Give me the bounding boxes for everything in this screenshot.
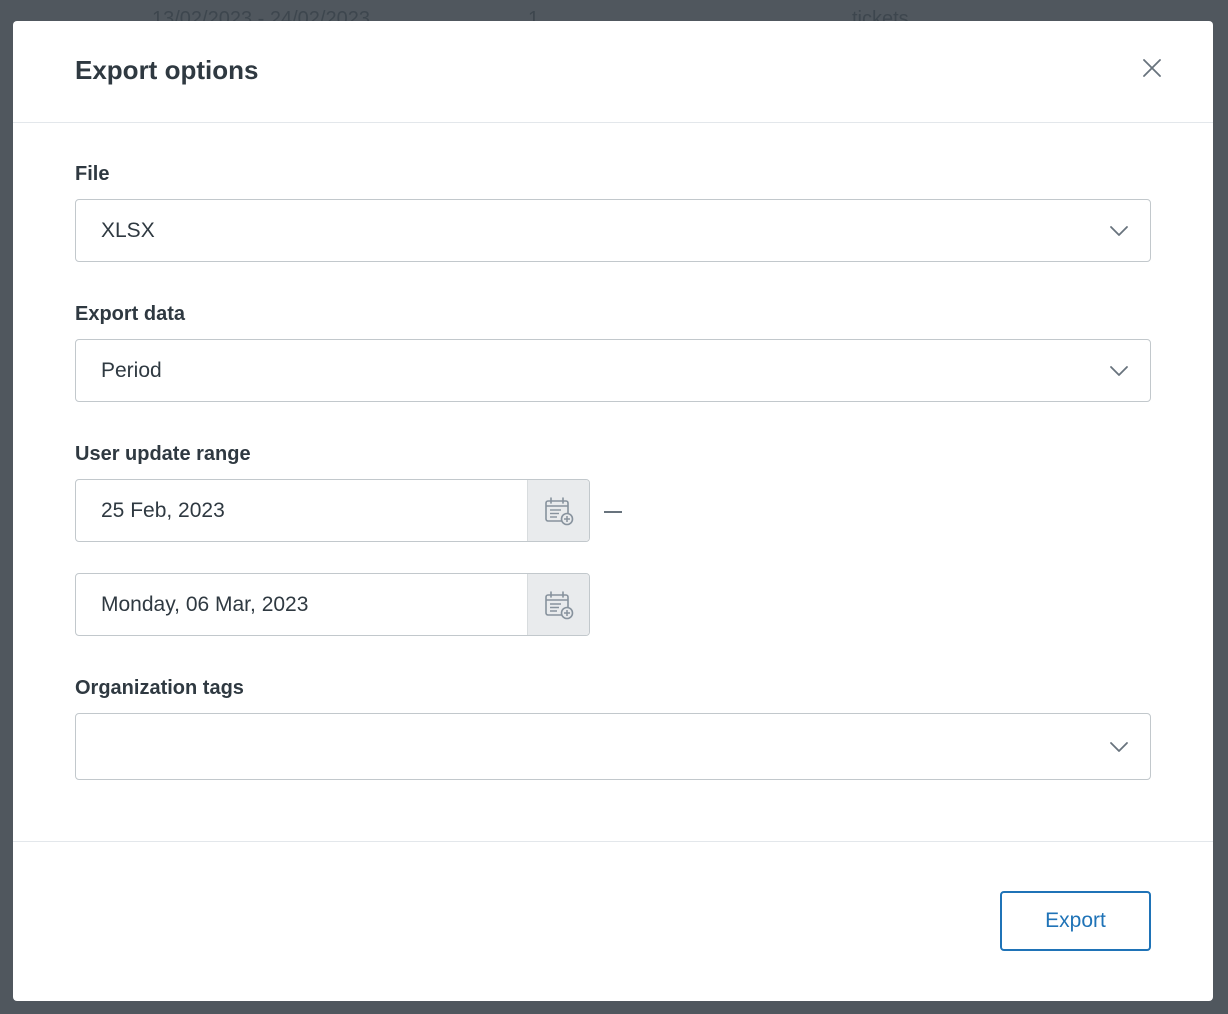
calendar-add-icon (544, 496, 573, 525)
file-select[interactable]: XLSX (75, 199, 1151, 262)
export-data-select-value: Period (101, 358, 162, 382)
range-separator (604, 511, 622, 513)
export-options-modal: Export options File XLSX Export data Per… (13, 21, 1213, 1001)
user-update-range-label: User update range (75, 443, 251, 465)
background-table-row: 13/02/2023 - 24/02/2023 1 tickets (0, 0, 1228, 21)
start-date-value: 25 Feb, 2023 (101, 498, 225, 522)
chevron-down-icon (1110, 365, 1128, 376)
background-cell-dates: 13/02/2023 - 24/02/2023 (152, 8, 370, 21)
start-date-field[interactable]: 25 Feb, 2023 (75, 479, 590, 542)
organization-tags-label: Organization tags (75, 677, 244, 699)
calendar-add-icon (544, 590, 573, 619)
close-icon (1143, 59, 1161, 77)
file-select-value: XLSX (101, 218, 155, 242)
end-date-value: Monday, 06 Mar, 2023 (101, 592, 309, 616)
modal-header: Export options (13, 21, 1213, 123)
start-date-calendar-button[interactable] (527, 480, 589, 541)
file-label: File (75, 163, 110, 185)
background-cell-count: 1 (528, 8, 540, 21)
export-data-select[interactable]: Period (75, 339, 1151, 402)
chevron-down-icon (1110, 741, 1128, 752)
export-button[interactable]: Export (1000, 891, 1151, 951)
organization-tags-select[interactable] (75, 713, 1151, 780)
background-cell-type: tickets (852, 8, 909, 21)
close-button[interactable] (1137, 53, 1167, 83)
end-date-calendar-button[interactable] (527, 574, 589, 635)
chevron-down-icon (1110, 225, 1128, 236)
modal-title: Export options (75, 55, 259, 85)
footer-divider (13, 841, 1213, 842)
export-data-label: Export data (75, 303, 186, 325)
end-date-field[interactable]: Monday, 06 Mar, 2023 (75, 573, 590, 636)
